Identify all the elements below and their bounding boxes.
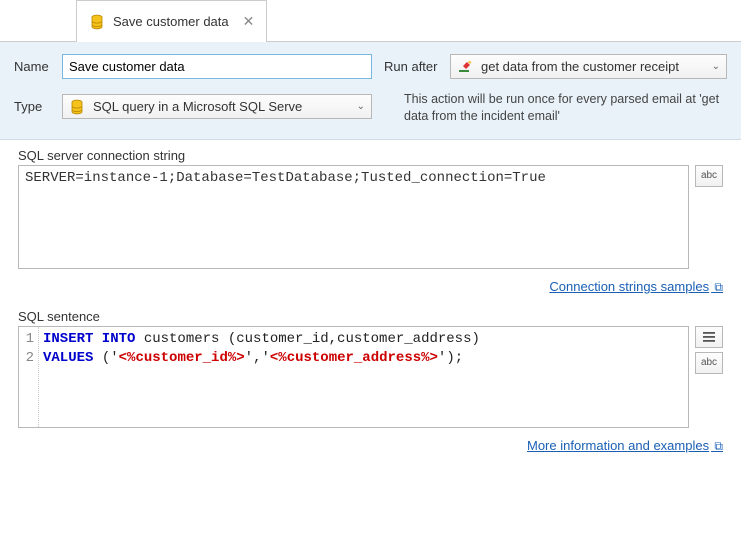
abc-button[interactable]: abc bbox=[695, 165, 723, 187]
tab-save-customer-data[interactable]: Save customer data ✕ bbox=[76, 0, 267, 42]
line-gutter: 12 bbox=[19, 327, 39, 427]
sql-editor[interactable]: 12 INSERT INTO customers (customer_id,cu… bbox=[18, 326, 689, 428]
conn-samples-link[interactable]: Connection strings samples ⧉ bbox=[549, 279, 723, 294]
abc-button[interactable]: abc bbox=[695, 352, 723, 374]
external-link-icon: ⧉ bbox=[711, 280, 723, 294]
database-icon bbox=[69, 99, 85, 115]
run-after-label: Run after bbox=[380, 59, 442, 74]
name-input[interactable] bbox=[62, 54, 372, 79]
sql-code[interactable]: INSERT INTO customers (customer_id,custo… bbox=[39, 327, 688, 427]
type-value: SQL query in a Microsoft SQL Serve bbox=[93, 99, 345, 114]
external-link-icon: ⧉ bbox=[711, 439, 723, 453]
tab-title: Save customer data bbox=[113, 14, 229, 29]
sql-label: SQL sentence bbox=[18, 309, 723, 324]
helper-text: This action will be run once for every p… bbox=[380, 89, 727, 125]
sql-section: SQL sentence 12 INSERT INTO customers (c… bbox=[0, 301, 741, 432]
type-select[interactable]: SQL query in a Microsoft SQL Serve ⌄ bbox=[62, 94, 372, 119]
sql-link-row: More information and examples ⧉ bbox=[0, 432, 741, 460]
run-after-value: get data from the customer receipt bbox=[481, 59, 700, 74]
conn-link-row: Connection strings samples ⧉ bbox=[0, 273, 741, 301]
conn-string-input[interactable]: SERVER=instance-1;Database=TestDatabase;… bbox=[18, 165, 689, 269]
form-panel: Name Run after get data from the custome… bbox=[0, 42, 741, 140]
type-label: Type bbox=[14, 99, 54, 114]
database-icon bbox=[89, 14, 105, 30]
run-after-select[interactable]: get data from the customer receipt ⌄ bbox=[450, 54, 727, 79]
close-icon[interactable]: ✕ bbox=[243, 13, 255, 30]
tab-bar: Save customer data ✕ bbox=[0, 0, 741, 42]
name-label: Name bbox=[14, 59, 54, 74]
conn-link-text: Connection strings samples bbox=[549, 279, 709, 294]
conn-section: SQL server connection string SERVER=inst… bbox=[0, 140, 741, 273]
action-icon bbox=[457, 59, 473, 75]
chevron-down-icon: ⌄ bbox=[712, 61, 720, 72]
conn-label: SQL server connection string bbox=[18, 148, 723, 163]
hamburger-icon bbox=[702, 331, 716, 343]
chevron-down-icon: ⌄ bbox=[357, 101, 365, 112]
menu-button[interactable] bbox=[695, 326, 723, 348]
sql-examples-link[interactable]: More information and examples ⧉ bbox=[527, 438, 723, 453]
sql-link-text: More information and examples bbox=[527, 438, 709, 453]
